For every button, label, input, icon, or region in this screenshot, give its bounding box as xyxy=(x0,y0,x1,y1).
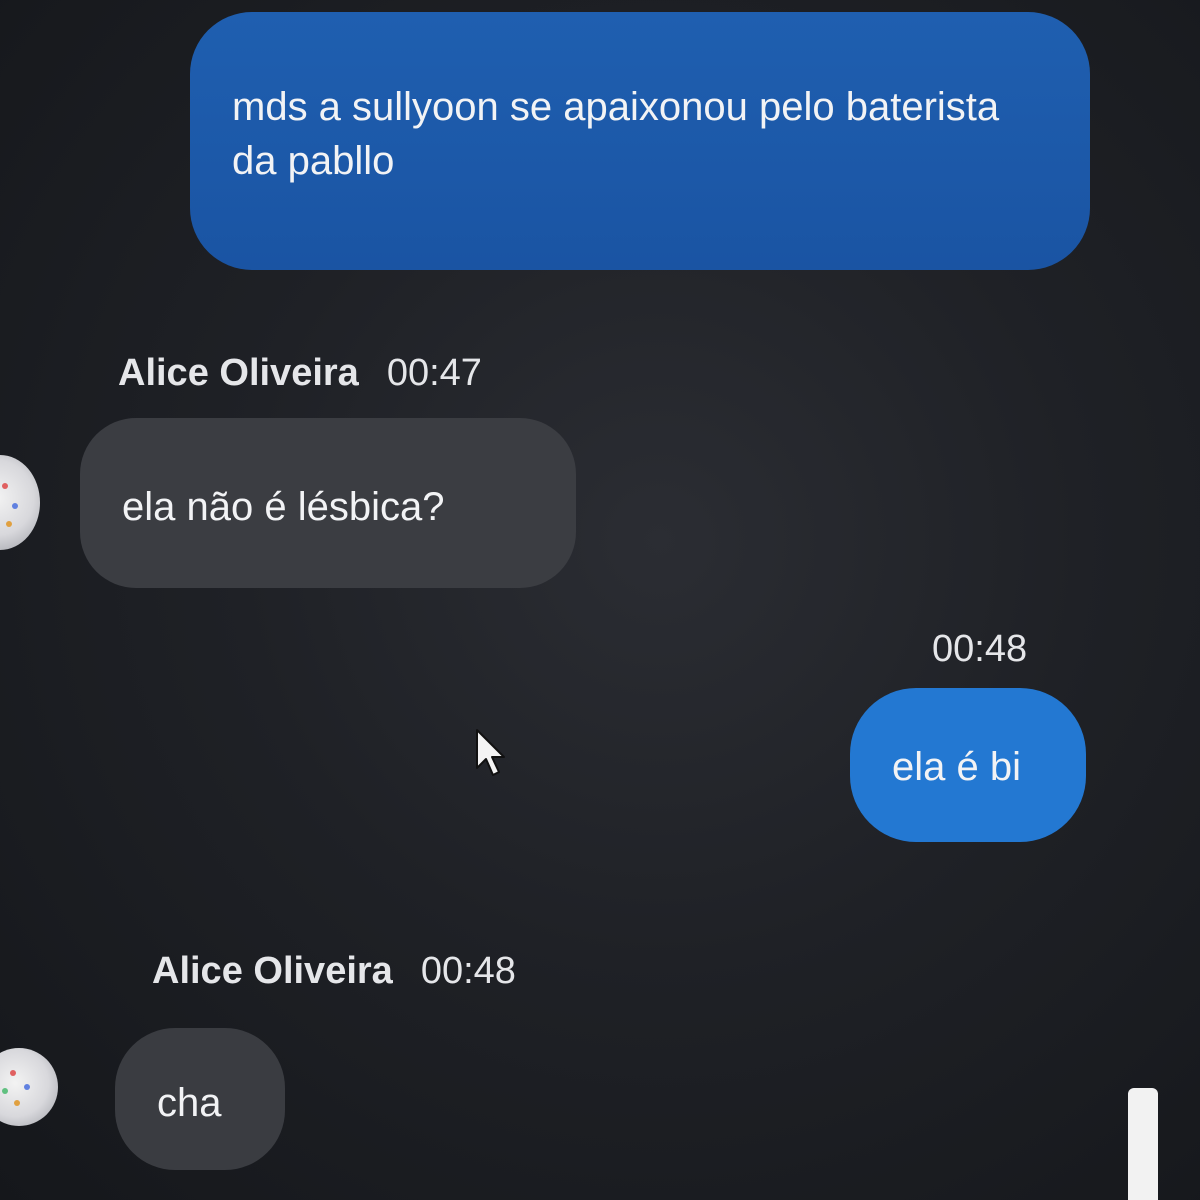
scrollbar-thumb[interactable] xyxy=(1128,1088,1158,1200)
outgoing-message[interactable]: ela é bi xyxy=(850,688,1086,842)
sender-name[interactable]: Alice Oliveira xyxy=(152,950,393,993)
mouse-pointer-icon xyxy=(476,729,505,776)
message-text: ela é bi xyxy=(892,745,1021,789)
chat-view: mds a sullyoon se apaixonou pelo bateris… xyxy=(0,0,1200,1200)
message-timestamp: 00:48 xyxy=(932,628,1028,670)
incoming-message[interactable]: cha xyxy=(115,1028,285,1170)
outgoing-message[interactable]: mds a sullyoon se apaixonou pelo bateris… xyxy=(190,12,1090,270)
message-text: mds a sullyoon se apaixonou pelo bateris… xyxy=(232,85,1000,183)
sender-name[interactable]: Alice Oliveira xyxy=(118,352,359,395)
message-timestamp: 00:48 xyxy=(420,950,516,992)
incoming-message[interactable]: ela não é lésbica? xyxy=(80,418,576,588)
message-text: ela não é lésbica? xyxy=(122,485,445,529)
message-text: cha xyxy=(157,1081,222,1125)
sender-avatar[interactable] xyxy=(0,1048,58,1126)
message-header: Alice Oliveira 00:47 xyxy=(118,352,482,395)
message-timestamp: 00:47 xyxy=(386,352,482,394)
sender-avatar[interactable] xyxy=(0,455,40,550)
message-header: Alice Oliveira 00:48 xyxy=(152,950,516,993)
